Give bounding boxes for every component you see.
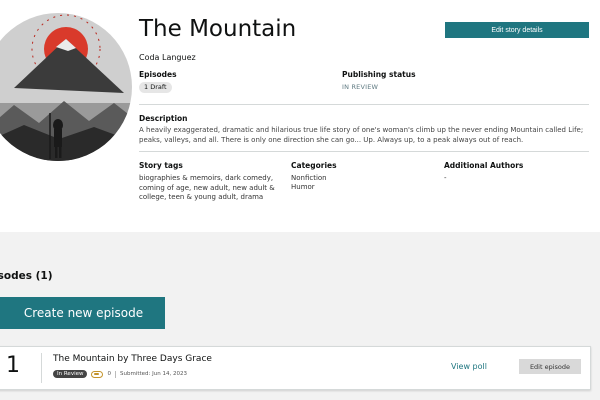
poll-count: 0 (107, 371, 111, 377)
additional-authors-label: Additional Authors (444, 161, 524, 170)
story-author: Coda Languez (139, 53, 196, 62)
meta-divider (114, 370, 116, 378)
details-divider-top (139, 104, 589, 105)
category-item: Humor (291, 183, 315, 191)
story-cover-image (0, 13, 132, 161)
additional-authors-value: - (444, 174, 447, 182)
description-text: A heavily exaggerated, dramatic and hila… (139, 126, 584, 144)
story-details-panel: The Mountain Coda Languez Edit story det… (0, 0, 600, 232)
publishing-status-label: Publishing status (342, 70, 416, 79)
episode-row: 1 The Mountain by Three Days Grace In Re… (0, 346, 591, 390)
episodes-label: Episodes (139, 70, 177, 79)
episode-meta: In Review 0 Submitted: Jun 14, 2023 (53, 370, 187, 378)
publishing-status-value: IN REVIEW (342, 83, 379, 91)
episode-title: The Mountain by Three Days Grace (53, 354, 212, 364)
description-label: Description (139, 114, 188, 123)
categories-label: Categories (291, 161, 337, 170)
story-tags-value: biographies & memoirs, dark comedy, comi… (139, 174, 275, 201)
view-poll-link[interactable]: View poll (451, 362, 487, 371)
episode-number: 1 (6, 353, 20, 378)
edit-story-details-button[interactable]: Edit story details (445, 22, 589, 38)
create-new-episode-button[interactable]: Create new episode (0, 297, 165, 329)
story-tags-label: Story tags (139, 161, 183, 170)
draft-count-badge: 1 Draft (139, 82, 172, 93)
episode-status-badge: In Review (53, 370, 88, 378)
poll-icon (91, 370, 104, 378)
episode-submitted-date: Submitted: Jun 14, 2023 (119, 371, 187, 377)
episode-separator (41, 353, 42, 383)
episodes-heading: isodes (1) (0, 270, 53, 282)
details-divider-bottom (139, 151, 589, 152)
edit-episode-button[interactable]: Edit episode (519, 359, 581, 374)
story-title: The Mountain (139, 16, 297, 42)
